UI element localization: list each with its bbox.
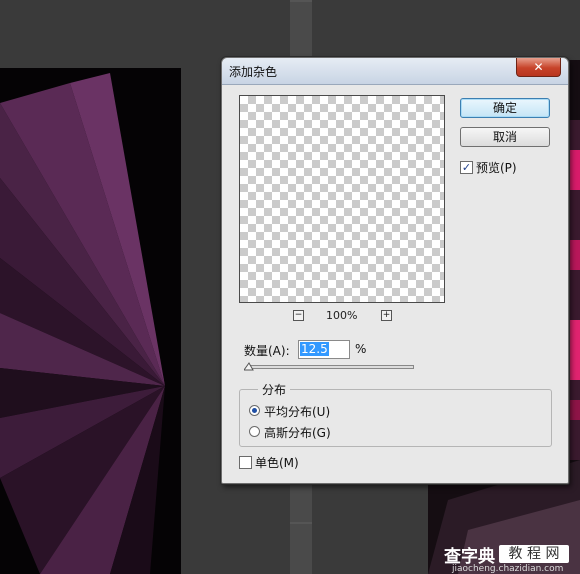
preview-pane[interactable]	[239, 95, 445, 303]
close-button[interactable]: ✕	[516, 58, 561, 77]
ok-button[interactable]: 确定	[460, 98, 550, 118]
amount-label: 数量(A):	[244, 344, 290, 358]
checkbox-check-icon: ✓	[461, 161, 472, 174]
dialog-titlebar[interactable]: 添加杂色 ✕	[222, 58, 568, 85]
preview-label: 预览(P)	[476, 161, 517, 175]
zoom-out-icon[interactable]: −	[293, 310, 304, 321]
watermark-section: 教 程 网	[499, 545, 569, 563]
zoom-level: 100%	[326, 309, 358, 322]
amount-unit: %	[355, 342, 367, 356]
dialog-title: 添加杂色	[229, 65, 278, 79]
monochrome-checkbox[interactable]	[239, 456, 252, 469]
distribution-title: 分布	[258, 381, 291, 398]
document-canvas-left	[0, 68, 181, 574]
zoom-in-icon[interactable]: +	[381, 310, 392, 321]
uniform-label: 平均分布(U)	[264, 405, 331, 419]
purple-fan-artwork	[0, 68, 181, 574]
preview-checkbox[interactable]: ✓	[460, 161, 473, 174]
radio-dot-icon	[252, 408, 257, 413]
gaussian-label: 高斯分布(G)	[264, 426, 331, 440]
zoom-out-glyph: −	[294, 310, 303, 320]
add-noise-dialog: 添加杂色 ✕ − 100% + 确定 取消 ✓ 预览(P) 数量(A): 12.…	[221, 57, 569, 484]
slider-thumb-icon[interactable]	[244, 361, 254, 371]
amount-slider-track[interactable]	[247, 365, 414, 369]
monochrome-label: 单色(M)	[255, 456, 299, 470]
close-icon: ✕	[533, 60, 544, 74]
gaussian-radio[interactable]	[249, 426, 260, 437]
amount-value: 12.5	[300, 342, 329, 356]
cancel-button[interactable]: 取消	[460, 127, 550, 147]
zoom-in-glyph: +	[382, 310, 391, 320]
uniform-radio[interactable]	[249, 405, 260, 416]
watermark-url: jiaocheng.chazidian.com	[452, 564, 564, 574]
amount-input[interactable]: 12.5	[298, 340, 350, 359]
